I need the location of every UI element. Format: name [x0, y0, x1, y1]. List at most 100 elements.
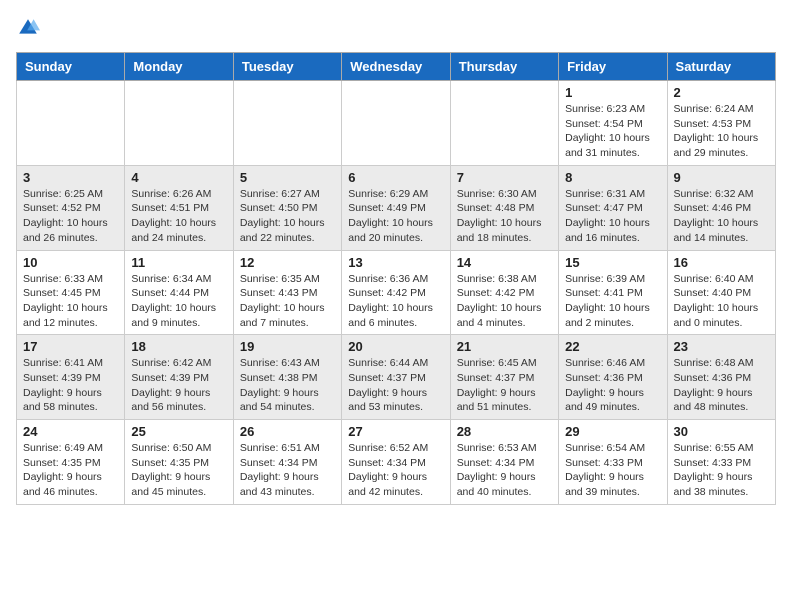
day-number: 2: [674, 85, 769, 100]
calendar-cell: [233, 81, 341, 166]
day-number: 19: [240, 339, 335, 354]
calendar-cell: 21 Sunrise: 6:45 AMSunset: 4:37 PMDayligh…: [450, 335, 558, 420]
day-number: 21: [457, 339, 552, 354]
logo: [16, 16, 44, 40]
day-info: Sunrise: 6:42 AMSunset: 4:39 PMDaylight:…: [131, 356, 226, 415]
page: SundayMondayTuesdayWednesdayThursdayFrid…: [0, 0, 792, 521]
day-number: 18: [131, 339, 226, 354]
calendar-cell: 3Sunrise: 6:25 AMSunset: 4:52 PMDaylight…: [17, 165, 125, 250]
calendar: SundayMondayTuesdayWednesdayThursdayFrid…: [16, 52, 776, 505]
day-info: Sunrise: 6:29 AMSunset: 4:49 PMDaylight:…: [348, 187, 443, 246]
day-info: Sunrise: 6:40 AMSunset: 4:40 PMDaylight:…: [674, 272, 769, 331]
day-number: 17: [23, 339, 118, 354]
calendar-cell: 29 Sunrise: 6:54 AMSunset: 4:33 PMDayligh…: [559, 420, 667, 505]
day-info: Sunrise: 6:50 AMSunset: 4:35 PMDaylight:…: [131, 441, 226, 500]
day-info: Sunrise: 6:51 AMSunset: 4:34 PMDaylight:…: [240, 441, 335, 500]
day-info: Sunrise: 6:46 AMSunset: 4:36 PMDaylight:…: [565, 356, 660, 415]
day-info: Sunrise: 6:45 AMSunset: 4:37 PMDaylight:…: [457, 356, 552, 415]
calendar-cell: 10Sunrise: 6:33 AMSunset: 4:45 PMDayligh…: [17, 250, 125, 335]
day-number: 5: [240, 170, 335, 185]
calendar-cell: [342, 81, 450, 166]
calendar-cell: 9 Sunrise: 6:32 AMSunset: 4:46 PMDaylight…: [667, 165, 775, 250]
calendar-cell: 14 Sunrise: 6:38 AMSunset: 4:42 PMDayligh…: [450, 250, 558, 335]
logo-icon: [16, 16, 40, 40]
day-number: 4: [131, 170, 226, 185]
calendar-cell: 12 Sunrise: 6:35 AMSunset: 4:43 PMDayligh…: [233, 250, 341, 335]
week-row-3: 17 Sunrise: 6:41 AMSunset: 4:39 PMDayligh…: [17, 335, 776, 420]
calendar-cell: 24 Sunrise: 6:49 AMSunset: 4:35 PMDayligh…: [17, 420, 125, 505]
calendar-cell: 1Sunrise: 6:23 AMSunset: 4:54 PMDaylight…: [559, 81, 667, 166]
calendar-cell: 25 Sunrise: 6:50 AMSunset: 4:35 PMDayligh…: [125, 420, 233, 505]
day-number: 13: [348, 255, 443, 270]
day-info: Sunrise: 6:31 AMSunset: 4:47 PMDaylight:…: [565, 187, 660, 246]
day-info: Sunrise: 6:34 AMSunset: 4:44 PMDaylight:…: [131, 272, 226, 331]
calendar-cell: [17, 81, 125, 166]
week-row-0: 1Sunrise: 6:23 AMSunset: 4:54 PMDaylight…: [17, 81, 776, 166]
day-info: Sunrise: 6:55 AMSunset: 4:33 PMDaylight:…: [674, 441, 769, 500]
calendar-cell: 19 Sunrise: 6:43 AMSunset: 4:38 PMDayligh…: [233, 335, 341, 420]
day-info: Sunrise: 6:39 AMSunset: 4:41 PMDaylight:…: [565, 272, 660, 331]
calendar-cell: 17 Sunrise: 6:41 AMSunset: 4:39 PMDayligh…: [17, 335, 125, 420]
day-info: Sunrise: 6:30 AMSunset: 4:48 PMDaylight:…: [457, 187, 552, 246]
day-info: Sunrise: 6:38 AMSunset: 4:42 PMDaylight:…: [457, 272, 552, 331]
day-number: 16: [674, 255, 769, 270]
day-number: 10: [23, 255, 118, 270]
day-number: 11: [131, 255, 226, 270]
day-number: 8: [565, 170, 660, 185]
day-number: 24: [23, 424, 118, 439]
day-number: 6: [348, 170, 443, 185]
week-row-4: 24 Sunrise: 6:49 AMSunset: 4:35 PMDayligh…: [17, 420, 776, 505]
day-number: 22: [565, 339, 660, 354]
column-header-thursday: Thursday: [450, 53, 558, 81]
day-info: Sunrise: 6:24 AMSunset: 4:53 PMDaylight:…: [674, 102, 769, 161]
calendar-cell: 2 Sunrise: 6:24 AMSunset: 4:53 PMDaylight…: [667, 81, 775, 166]
calendar-cell: 15 Sunrise: 6:39 AMSunset: 4:41 PMDayligh…: [559, 250, 667, 335]
day-number: 29: [565, 424, 660, 439]
calendar-cell: 7 Sunrise: 6:30 AMSunset: 4:48 PMDaylight…: [450, 165, 558, 250]
day-number: 12: [240, 255, 335, 270]
calendar-cell: 22 Sunrise: 6:46 AMSunset: 4:36 PMDayligh…: [559, 335, 667, 420]
day-info: Sunrise: 6:35 AMSunset: 4:43 PMDaylight:…: [240, 272, 335, 331]
calendar-cell: 28 Sunrise: 6:53 AMSunset: 4:34 PMDayligh…: [450, 420, 558, 505]
calendar-cell: 5 Sunrise: 6:27 AMSunset: 4:50 PMDaylight…: [233, 165, 341, 250]
calendar-cell: 4 Sunrise: 6:26 AMSunset: 4:51 PMDaylight…: [125, 165, 233, 250]
day-info: Sunrise: 6:48 AMSunset: 4:36 PMDaylight:…: [674, 356, 769, 415]
day-info: Sunrise: 6:53 AMSunset: 4:34 PMDaylight:…: [457, 441, 552, 500]
day-info: Sunrise: 6:27 AMSunset: 4:50 PMDaylight:…: [240, 187, 335, 246]
day-number: 27: [348, 424, 443, 439]
day-number: 15: [565, 255, 660, 270]
day-info: Sunrise: 6:54 AMSunset: 4:33 PMDaylight:…: [565, 441, 660, 500]
day-number: 1: [565, 85, 660, 100]
calendar-cell: 6 Sunrise: 6:29 AMSunset: 4:49 PMDaylight…: [342, 165, 450, 250]
header-row: SundayMondayTuesdayWednesdayThursdayFrid…: [17, 53, 776, 81]
calendar-cell: 27Sunrise: 6:52 AMSunset: 4:34 PMDayligh…: [342, 420, 450, 505]
day-number: 14: [457, 255, 552, 270]
day-info: Sunrise: 6:32 AMSunset: 4:46 PMDaylight:…: [674, 187, 769, 246]
day-number: 9: [674, 170, 769, 185]
day-number: 25: [131, 424, 226, 439]
day-number: 30: [674, 424, 769, 439]
day-number: 7: [457, 170, 552, 185]
day-info: Sunrise: 6:43 AMSunset: 4:38 PMDaylight:…: [240, 356, 335, 415]
header: [16, 16, 776, 40]
calendar-cell: 26Sunrise: 6:51 AMSunset: 4:34 PMDayligh…: [233, 420, 341, 505]
week-row-1: 3Sunrise: 6:25 AMSunset: 4:52 PMDaylight…: [17, 165, 776, 250]
calendar-cell: 11 Sunrise: 6:34 AMSunset: 4:44 PMDayligh…: [125, 250, 233, 335]
day-info: Sunrise: 6:26 AMSunset: 4:51 PMDaylight:…: [131, 187, 226, 246]
column-header-saturday: Saturday: [667, 53, 775, 81]
day-number: 23: [674, 339, 769, 354]
calendar-cell: [125, 81, 233, 166]
day-info: Sunrise: 6:44 AMSunset: 4:37 PMDaylight:…: [348, 356, 443, 415]
calendar-cell: 20Sunrise: 6:44 AMSunset: 4:37 PMDayligh…: [342, 335, 450, 420]
column-header-sunday: Sunday: [17, 53, 125, 81]
day-info: Sunrise: 6:49 AMSunset: 4:35 PMDaylight:…: [23, 441, 118, 500]
day-info: Sunrise: 6:36 AMSunset: 4:42 PMDaylight:…: [348, 272, 443, 331]
column-header-wednesday: Wednesday: [342, 53, 450, 81]
day-number: 3: [23, 170, 118, 185]
calendar-header: SundayMondayTuesdayWednesdayThursdayFrid…: [17, 53, 776, 81]
calendar-cell: 18 Sunrise: 6:42 AMSunset: 4:39 PMDayligh…: [125, 335, 233, 420]
week-row-2: 10Sunrise: 6:33 AMSunset: 4:45 PMDayligh…: [17, 250, 776, 335]
day-info: Sunrise: 6:41 AMSunset: 4:39 PMDaylight:…: [23, 356, 118, 415]
day-number: 28: [457, 424, 552, 439]
column-header-tuesday: Tuesday: [233, 53, 341, 81]
